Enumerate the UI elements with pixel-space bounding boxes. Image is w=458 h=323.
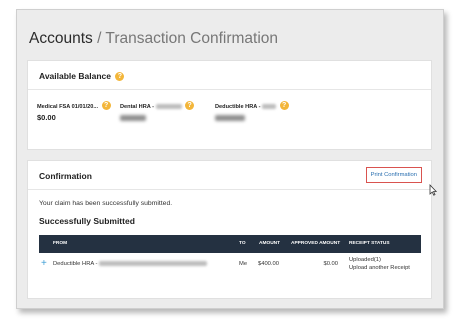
balance-label-text: Dental HRA - bbox=[120, 104, 156, 110]
cell-amount: $400.00 bbox=[258, 261, 279, 267]
column-header-amount: AMOUNT bbox=[259, 241, 281, 246]
table-row: + Deductible HRA - Me $400.00 $0.00 Uplo… bbox=[39, 253, 421, 278]
available-balance-label: Available Balance bbox=[39, 71, 111, 81]
balance-amount bbox=[120, 113, 194, 122]
cell-to: Me bbox=[239, 261, 248, 267]
confirmation-card: Confirmation Print Confirmation Your cla… bbox=[27, 160, 432, 299]
column-header-approved-amount: APPROVED AMOUNT bbox=[291, 241, 341, 246]
success-message: Your claim has been successfully submitt… bbox=[39, 200, 173, 207]
table-header: FROM TO AMOUNT APPROVED AMOUNT RECEIPT S… bbox=[39, 235, 421, 253]
question-circle-icon[interactable]: ? bbox=[101, 101, 111, 110]
column-header-receipt-status: RECEIPT STATUS bbox=[349, 241, 390, 246]
balance-medical-fsa: Medical FSA 01/01/20... ? $0.00 bbox=[37, 101, 111, 122]
successfully-submitted-heading: Successfully Submitted bbox=[39, 216, 135, 226]
balance-label: Deductible HRA - ? bbox=[215, 101, 289, 110]
balance-amount: $0.00 bbox=[37, 113, 56, 122]
mouse-pointer-icon bbox=[429, 184, 437, 196]
title-separator: / bbox=[97, 30, 102, 47]
title-transaction-confirmation: Transaction Confirmation bbox=[105, 30, 279, 47]
redacted-text bbox=[262, 104, 277, 110]
balance-deductible-hra: Deductible HRA - ? bbox=[215, 101, 289, 122]
balance-label-text: Deductible HRA - bbox=[215, 104, 263, 110]
redacted-text bbox=[155, 104, 182, 110]
balance-amount bbox=[215, 113, 289, 122]
receipt-uploaded-link[interactable]: Uploaded(1) bbox=[349, 257, 381, 263]
question-circle-icon[interactable]: ? bbox=[279, 101, 289, 110]
print-confirmation-button[interactable]: Print Confirmation bbox=[365, 167, 422, 183]
page-frame: Accounts / Transaction Confirmation Avai… bbox=[16, 9, 444, 309]
confirmation-title: Confirmation bbox=[39, 171, 92, 181]
cell-from-text: Deductible HRA - bbox=[53, 261, 100, 268]
redacted-text bbox=[99, 261, 208, 266]
available-balance-header: Available Balance ? bbox=[28, 61, 431, 90]
question-circle-icon[interactable]: ? bbox=[115, 72, 125, 81]
redacted-amount bbox=[120, 115, 146, 122]
question-circle-icon[interactable]: ? bbox=[185, 101, 195, 110]
confirmation-header: Confirmation Print Confirmation bbox=[28, 161, 431, 190]
balance-label: Dental HRA - ? bbox=[120, 101, 195, 110]
title-accounts: Accounts bbox=[29, 30, 93, 47]
balance-label-text: Medical FSA 01/01/20... bbox=[37, 104, 99, 110]
column-header-from: FROM bbox=[53, 241, 68, 246]
column-header-to: TO bbox=[239, 241, 246, 246]
cell-approved-amount: $0.00 bbox=[323, 261, 338, 267]
balance-dental-hra: Dental HRA - ? bbox=[120, 101, 195, 122]
page-title: Accounts / Transaction Confirmation bbox=[29, 30, 278, 48]
available-balance-card: Available Balance ? Medical FSA 01/01/20… bbox=[27, 60, 432, 150]
available-balance-title: Available Balance ? bbox=[39, 71, 125, 81]
redacted-amount bbox=[215, 115, 245, 122]
upload-another-receipt-link[interactable]: Upload another Receipt bbox=[349, 265, 410, 271]
balance-label: Medical FSA 01/01/20... ? bbox=[37, 101, 111, 110]
cell-from: Deductible HRA - bbox=[53, 261, 208, 268]
plus-icon[interactable]: + bbox=[41, 259, 47, 269]
claims-table: FROM TO AMOUNT APPROVED AMOUNT RECEIPT S… bbox=[39, 235, 421, 278]
